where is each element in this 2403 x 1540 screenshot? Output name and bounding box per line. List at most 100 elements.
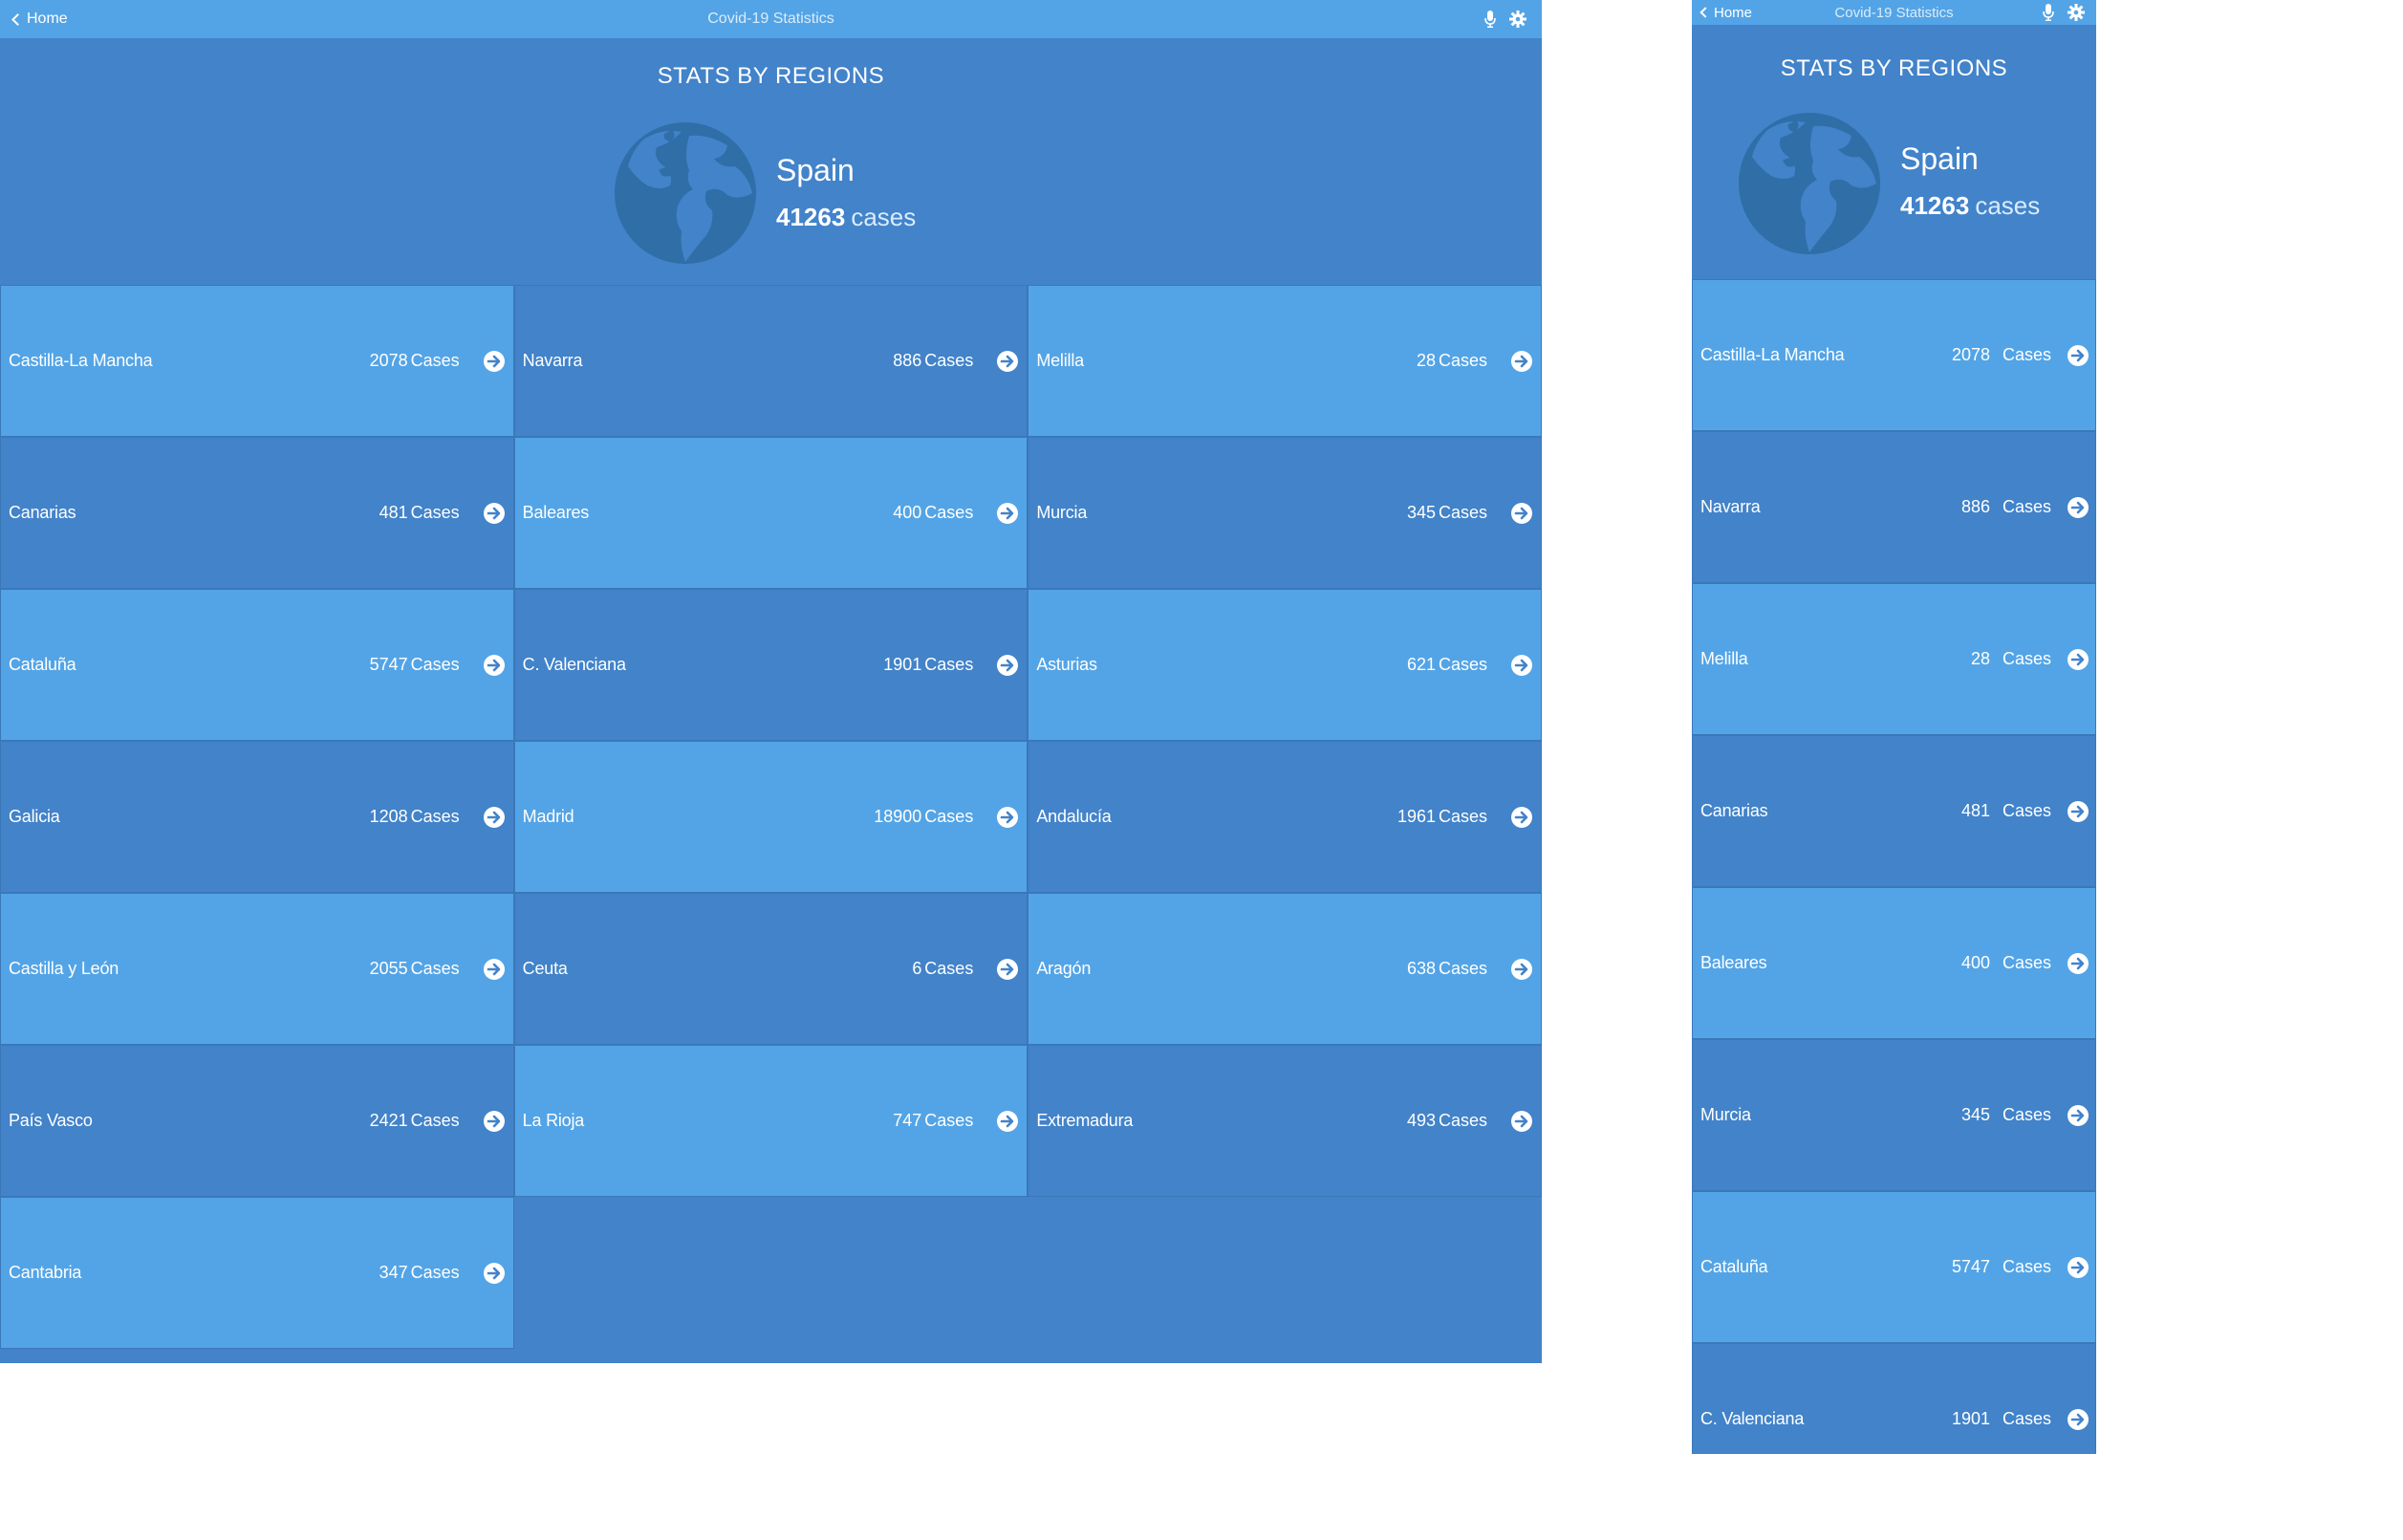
region-tile-cataluna[interactable]: Cataluña 5747 Cases	[0, 589, 514, 741]
region-name: Madrid	[522, 807, 574, 826]
region-tile-baleares[interactable]: Baleares 400 Cases	[513, 437, 1028, 589]
cases-label: Cases	[410, 351, 460, 370]
cases-label: Cases	[410, 959, 460, 978]
region-case-count: 400	[1960, 953, 1990, 972]
region-tile-pais-vasco[interactable]: País Vasco 2421 Cases	[0, 1045, 514, 1197]
region-name: Castilla-La Mancha	[1700, 345, 1845, 364]
arrow-right-circle-icon[interactable]	[2067, 800, 2089, 823]
cases-label: Cases	[2002, 345, 2051, 364]
region-tile-castilla-la-mancha[interactable]: Castilla-La Mancha 2078 Cases	[1692, 279, 2096, 431]
arrow-right-circle-icon[interactable]	[2067, 1408, 2089, 1431]
cases-label: Cases	[1438, 959, 1487, 978]
arrow-right-circle-icon[interactable]	[483, 806, 506, 829]
arrow-right-circle-icon[interactable]	[996, 958, 1019, 981]
region-name: Canarias	[1700, 801, 1768, 820]
region-tile-cataluna[interactable]: Cataluña 5747 Cases	[1692, 1191, 2096, 1343]
arrow-right-circle-icon[interactable]	[996, 806, 1019, 829]
region-tile-canarias[interactable]: Canarias 481 Cases	[1692, 735, 2096, 887]
region-tile-murcia[interactable]: Murcia 345 Cases	[1692, 1039, 2096, 1191]
chevron-left-icon	[11, 12, 24, 26]
region-case-count: 345	[1960, 1105, 1990, 1124]
region-tile-madrid[interactable]: Madrid 18900 Cases	[513, 741, 1028, 893]
page-title: STATS BY REGIONS	[657, 63, 885, 89]
region-name: Navarra	[522, 351, 583, 370]
region-tile-cantabria[interactable]: Cantabria 347 Cases	[0, 1197, 514, 1349]
regions-grid: Castilla-La Mancha 2078 Cases Navarra 886 Cas…	[0, 285, 1542, 1349]
arrow-right-circle-icon[interactable]	[1510, 958, 1533, 981]
arrow-right-circle-icon[interactable]	[483, 1110, 506, 1133]
arrow-right-circle-icon[interactable]	[2067, 1104, 2089, 1127]
region-name: Murcia	[1036, 503, 1088, 522]
microphone-icon[interactable]	[2043, 4, 2054, 21]
microphone-icon[interactable]	[1484, 11, 1496, 28]
region-tile-c-valenciana[interactable]: C. Valenciana 1901 Cases	[513, 589, 1028, 741]
arrow-right-circle-icon[interactable]	[483, 1262, 506, 1285]
arrow-right-circle-icon[interactable]	[2067, 496, 2089, 519]
region-case-count: 2078	[369, 351, 408, 370]
region-tile-melilla[interactable]: Melilla 28 Cases	[1028, 285, 1542, 437]
region-tile-asturias[interactable]: Asturias 621 Cases	[1028, 589, 1542, 741]
arrow-right-circle-icon[interactable]	[1510, 654, 1533, 677]
region-tile-extremadura[interactable]: Extremadura 493 Cases	[1028, 1045, 1542, 1197]
region-tile-andalucia[interactable]: Andalucía 1961 Cases	[1028, 741, 1542, 893]
arrow-right-circle-icon[interactable]	[996, 1110, 1019, 1133]
back-button[interactable]: Home	[11, 11, 68, 28]
region-tile-melilla[interactable]: Melilla 28 Cases	[1692, 583, 2096, 735]
region-case-count: 747	[893, 1111, 922, 1130]
region-name: Castilla y León	[9, 959, 119, 978]
arrow-right-circle-icon[interactable]	[996, 654, 1019, 677]
region-case-count: 481	[1960, 801, 1990, 820]
region-tile-la-rioja[interactable]: La Rioja 747 Cases	[513, 1045, 1028, 1197]
cases-label: Cases	[410, 655, 460, 674]
region-name: Castilla-La Mancha	[9, 351, 153, 370]
cases-label: Cases	[2002, 649, 2051, 668]
globe-icon	[1739, 113, 1880, 259]
region-case-count: 28	[1970, 649, 1990, 668]
region-name: Navarra	[1700, 497, 1761, 516]
chevron-left-icon	[1699, 7, 1711, 18]
arrow-right-circle-icon[interactable]	[483, 502, 506, 525]
region-case-count: 1961	[1396, 807, 1436, 826]
back-button[interactable]: Home	[1699, 5, 1752, 21]
arrow-right-circle-icon[interactable]	[483, 350, 506, 373]
cases-label: Cases	[2002, 953, 2051, 972]
region-name: Andalucía	[1036, 807, 1112, 826]
region-tile-aragon[interactable]: Aragón 638 Cases	[1028, 893, 1542, 1045]
arrow-right-circle-icon[interactable]	[2067, 648, 2089, 671]
region-tile-murcia[interactable]: Murcia 345 Cases	[1028, 437, 1542, 589]
arrow-right-circle-icon[interactable]	[996, 502, 1019, 525]
arrow-right-circle-icon[interactable]	[2067, 344, 2089, 367]
region-tile-navarra[interactable]: Navarra 886 Cases	[1692, 431, 2096, 583]
region-name: Cantabria	[9, 1263, 82, 1282]
region-case-count: 481	[379, 503, 408, 522]
arrow-right-circle-icon[interactable]	[1510, 806, 1533, 829]
arrow-right-circle-icon[interactable]	[483, 654, 506, 677]
cases-label: Cases	[1438, 807, 1487, 826]
region-tile-c-valenciana[interactable]: C. Valenciana 1901 Cases	[1692, 1343, 2096, 1454]
region-case-count: 345	[1406, 503, 1436, 522]
cases-label: Cases	[410, 1111, 460, 1130]
region-tile-castilla-y-leon[interactable]: Castilla y León 2055 Cases	[0, 893, 514, 1045]
cases-label: Cases	[1438, 655, 1487, 674]
region-tile-navarra[interactable]: Navarra 886 Cases	[513, 285, 1028, 437]
arrow-right-circle-icon[interactable]	[2067, 1256, 2089, 1279]
stats-header: STATS BY REGIONS Spain 41263 cases	[0, 38, 1542, 285]
region-case-count: 1208	[369, 807, 408, 826]
arrow-right-circle-icon[interactable]	[996, 350, 1019, 373]
region-tile-baleares[interactable]: Baleares 400 Cases	[1692, 887, 2096, 1039]
arrow-right-circle-icon[interactable]	[1510, 1110, 1533, 1133]
region-tile-ceuta[interactable]: Ceuta 6 Cases	[513, 893, 1028, 1045]
arrow-right-circle-icon[interactable]	[2067, 952, 2089, 975]
region-tile-canarias[interactable]: Canarias 481 Cases	[0, 437, 514, 589]
region-tile-castilla-la-mancha[interactable]: Castilla-La Mancha 2078 Cases	[0, 285, 514, 437]
gear-icon[interactable]	[2067, 4, 2085, 21]
cases-label: Cases	[924, 503, 974, 522]
gear-icon[interactable]	[1509, 11, 1526, 28]
arrow-right-circle-icon[interactable]	[483, 958, 506, 981]
region-tile-galicia[interactable]: Galicia 1208 Cases	[0, 741, 514, 893]
navbar: Home Covid-19 Statistics	[1692, 0, 2096, 25]
region-case-count: 2421	[369, 1111, 408, 1130]
arrow-right-circle-icon[interactable]	[1510, 502, 1533, 525]
arrow-right-circle-icon[interactable]	[1510, 350, 1533, 373]
back-label: Home	[27, 11, 68, 27]
